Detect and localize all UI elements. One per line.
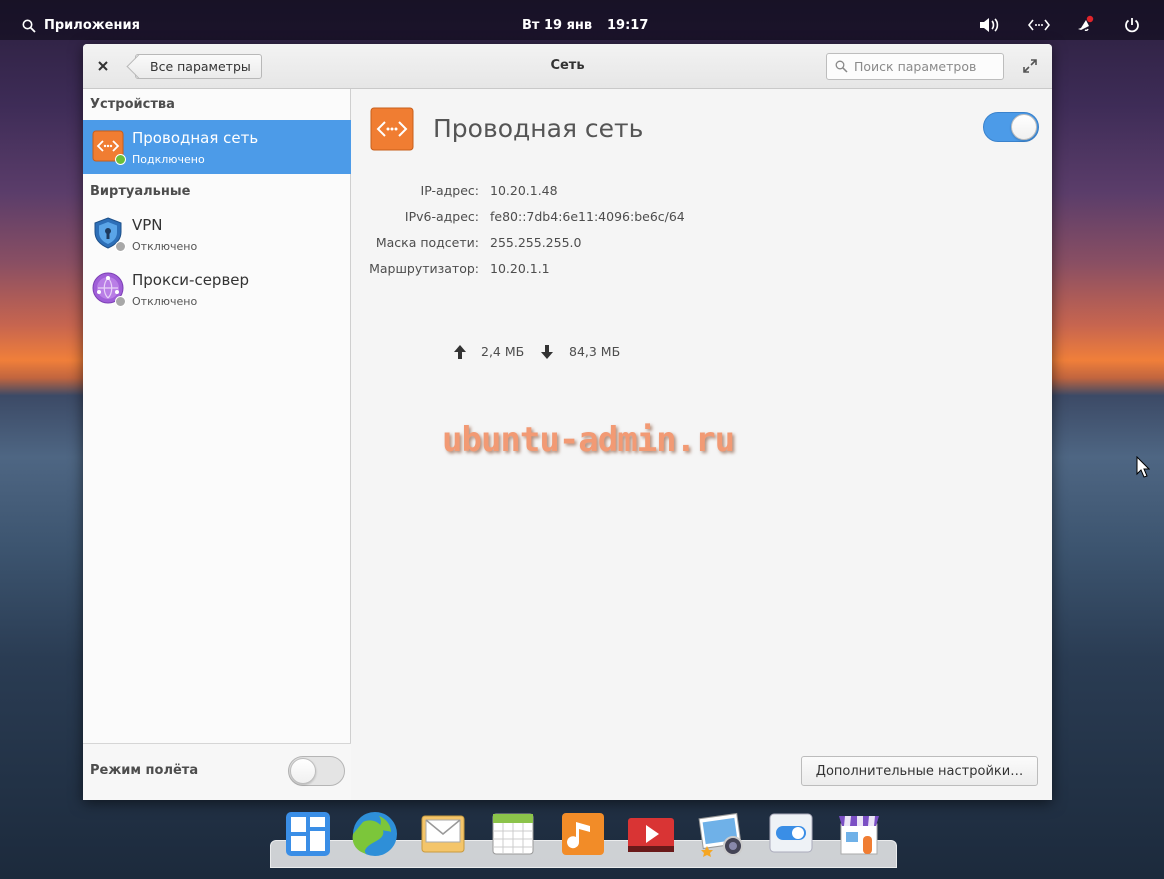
panel-time[interactable]: 19:17: [607, 18, 648, 33]
sidebar-item-proxy[interactable]: Прокси-сервер Отключено: [83, 262, 351, 316]
sidebar-footer: Режим полёта: [83, 743, 351, 800]
titlebar: Все параметры Сеть: [83, 44, 1052, 89]
app-center-icon[interactable]: [833, 808, 885, 860]
mail-icon[interactable]: [417, 808, 469, 860]
status-disconnected-icon: [115, 241, 126, 252]
sidebar-item-label: Прокси-сервер: [132, 271, 250, 289]
ip-address-key: IP-адрес:: [420, 183, 479, 198]
sidebar: Устройства Проводная сеть Подключено Вир…: [83, 89, 351, 800]
all-settings-back-button[interactable]: Все параметры: [135, 54, 262, 79]
videos-icon[interactable]: [625, 808, 677, 860]
download-arrow-icon: [541, 345, 553, 359]
airplane-mode-toggle[interactable]: [288, 756, 345, 786]
maximize-icon: [1023, 59, 1037, 73]
applications-label: Приложения: [44, 18, 140, 33]
sidebar-item-label: Проводная сеть: [132, 129, 259, 147]
wired-network-icon: [370, 107, 414, 151]
search-icon: [835, 60, 848, 73]
photos-icon[interactable]: [695, 808, 747, 860]
ip-address-value: 10.20.1.48: [490, 183, 558, 198]
sound-icon[interactable]: [978, 14, 1000, 36]
sidebar-header-devices: Устройства: [90, 97, 175, 112]
back-button-label: Все параметры: [150, 59, 251, 74]
subnet-mask-value: 255.255.255.0: [490, 235, 582, 250]
network-icon[interactable]: [1028, 14, 1050, 36]
close-button[interactable]: [95, 58, 111, 74]
advanced-settings-button[interactable]: Дополнительные настройки…: [801, 756, 1038, 786]
sidebar-item-status: Отключено: [132, 295, 198, 308]
subnet-mask-key: Маска подсети:: [375, 235, 479, 250]
status-disconnected-icon: [115, 296, 126, 307]
ipv6-address-value: fe80::7db4:6e11:4096:be6c/64: [490, 209, 685, 224]
multitasking-view-icon[interactable]: [282, 808, 334, 860]
download-amount: 84,3 МБ: [569, 344, 621, 359]
sidebar-item-label: VPN: [132, 216, 163, 234]
search-box[interactable]: [826, 53, 1004, 80]
sidebar-item-status: Отключено: [132, 240, 198, 253]
web-browser-icon[interactable]: [349, 808, 401, 860]
status-connected-icon: [115, 154, 126, 165]
maximize-button[interactable]: [1022, 58, 1038, 74]
calendar-icon[interactable]: [487, 808, 539, 860]
music-icon[interactable]: [557, 808, 609, 860]
search-input[interactable]: [854, 59, 994, 74]
device-title: Проводная сеть: [433, 114, 644, 143]
notifications-icon[interactable]: [1074, 14, 1096, 36]
upload-arrow-icon: [454, 345, 466, 359]
upload-amount: 2,4 МБ: [481, 344, 525, 359]
mouse-pointer-icon: [1136, 456, 1150, 478]
close-icon: [98, 61, 108, 71]
airplane-mode-label: Режим полёта: [90, 763, 199, 778]
router-value: 10.20.1.1: [490, 261, 550, 276]
toggle-knob: [1011, 114, 1037, 140]
system-settings-icon[interactable]: [765, 808, 817, 860]
router-key: Маршрутизатор:: [369, 261, 479, 276]
toggle-knob: [290, 758, 316, 784]
applications-menu[interactable]: Приложения: [22, 18, 140, 33]
panel-date[interactable]: Вт 19 янв: [522, 18, 592, 33]
ipv6-address-key: IPv6-адрес:: [404, 209, 479, 224]
device-enable-toggle[interactable]: [983, 112, 1039, 142]
search-icon: [22, 19, 36, 33]
sidebar-header-virtual: Виртуальные: [90, 184, 191, 199]
sidebar-item-wired[interactable]: Проводная сеть Подключено: [83, 120, 351, 174]
power-icon[interactable]: [1121, 14, 1143, 36]
top-panel: Приложения Вт 19 янв 19:17: [0, 0, 1164, 40]
sidebar-item-status: Подключено: [132, 153, 205, 166]
sidebar-item-vpn[interactable]: VPN Отключено: [83, 207, 351, 261]
watermark: ubuntu-admin.ru: [442, 420, 735, 460]
